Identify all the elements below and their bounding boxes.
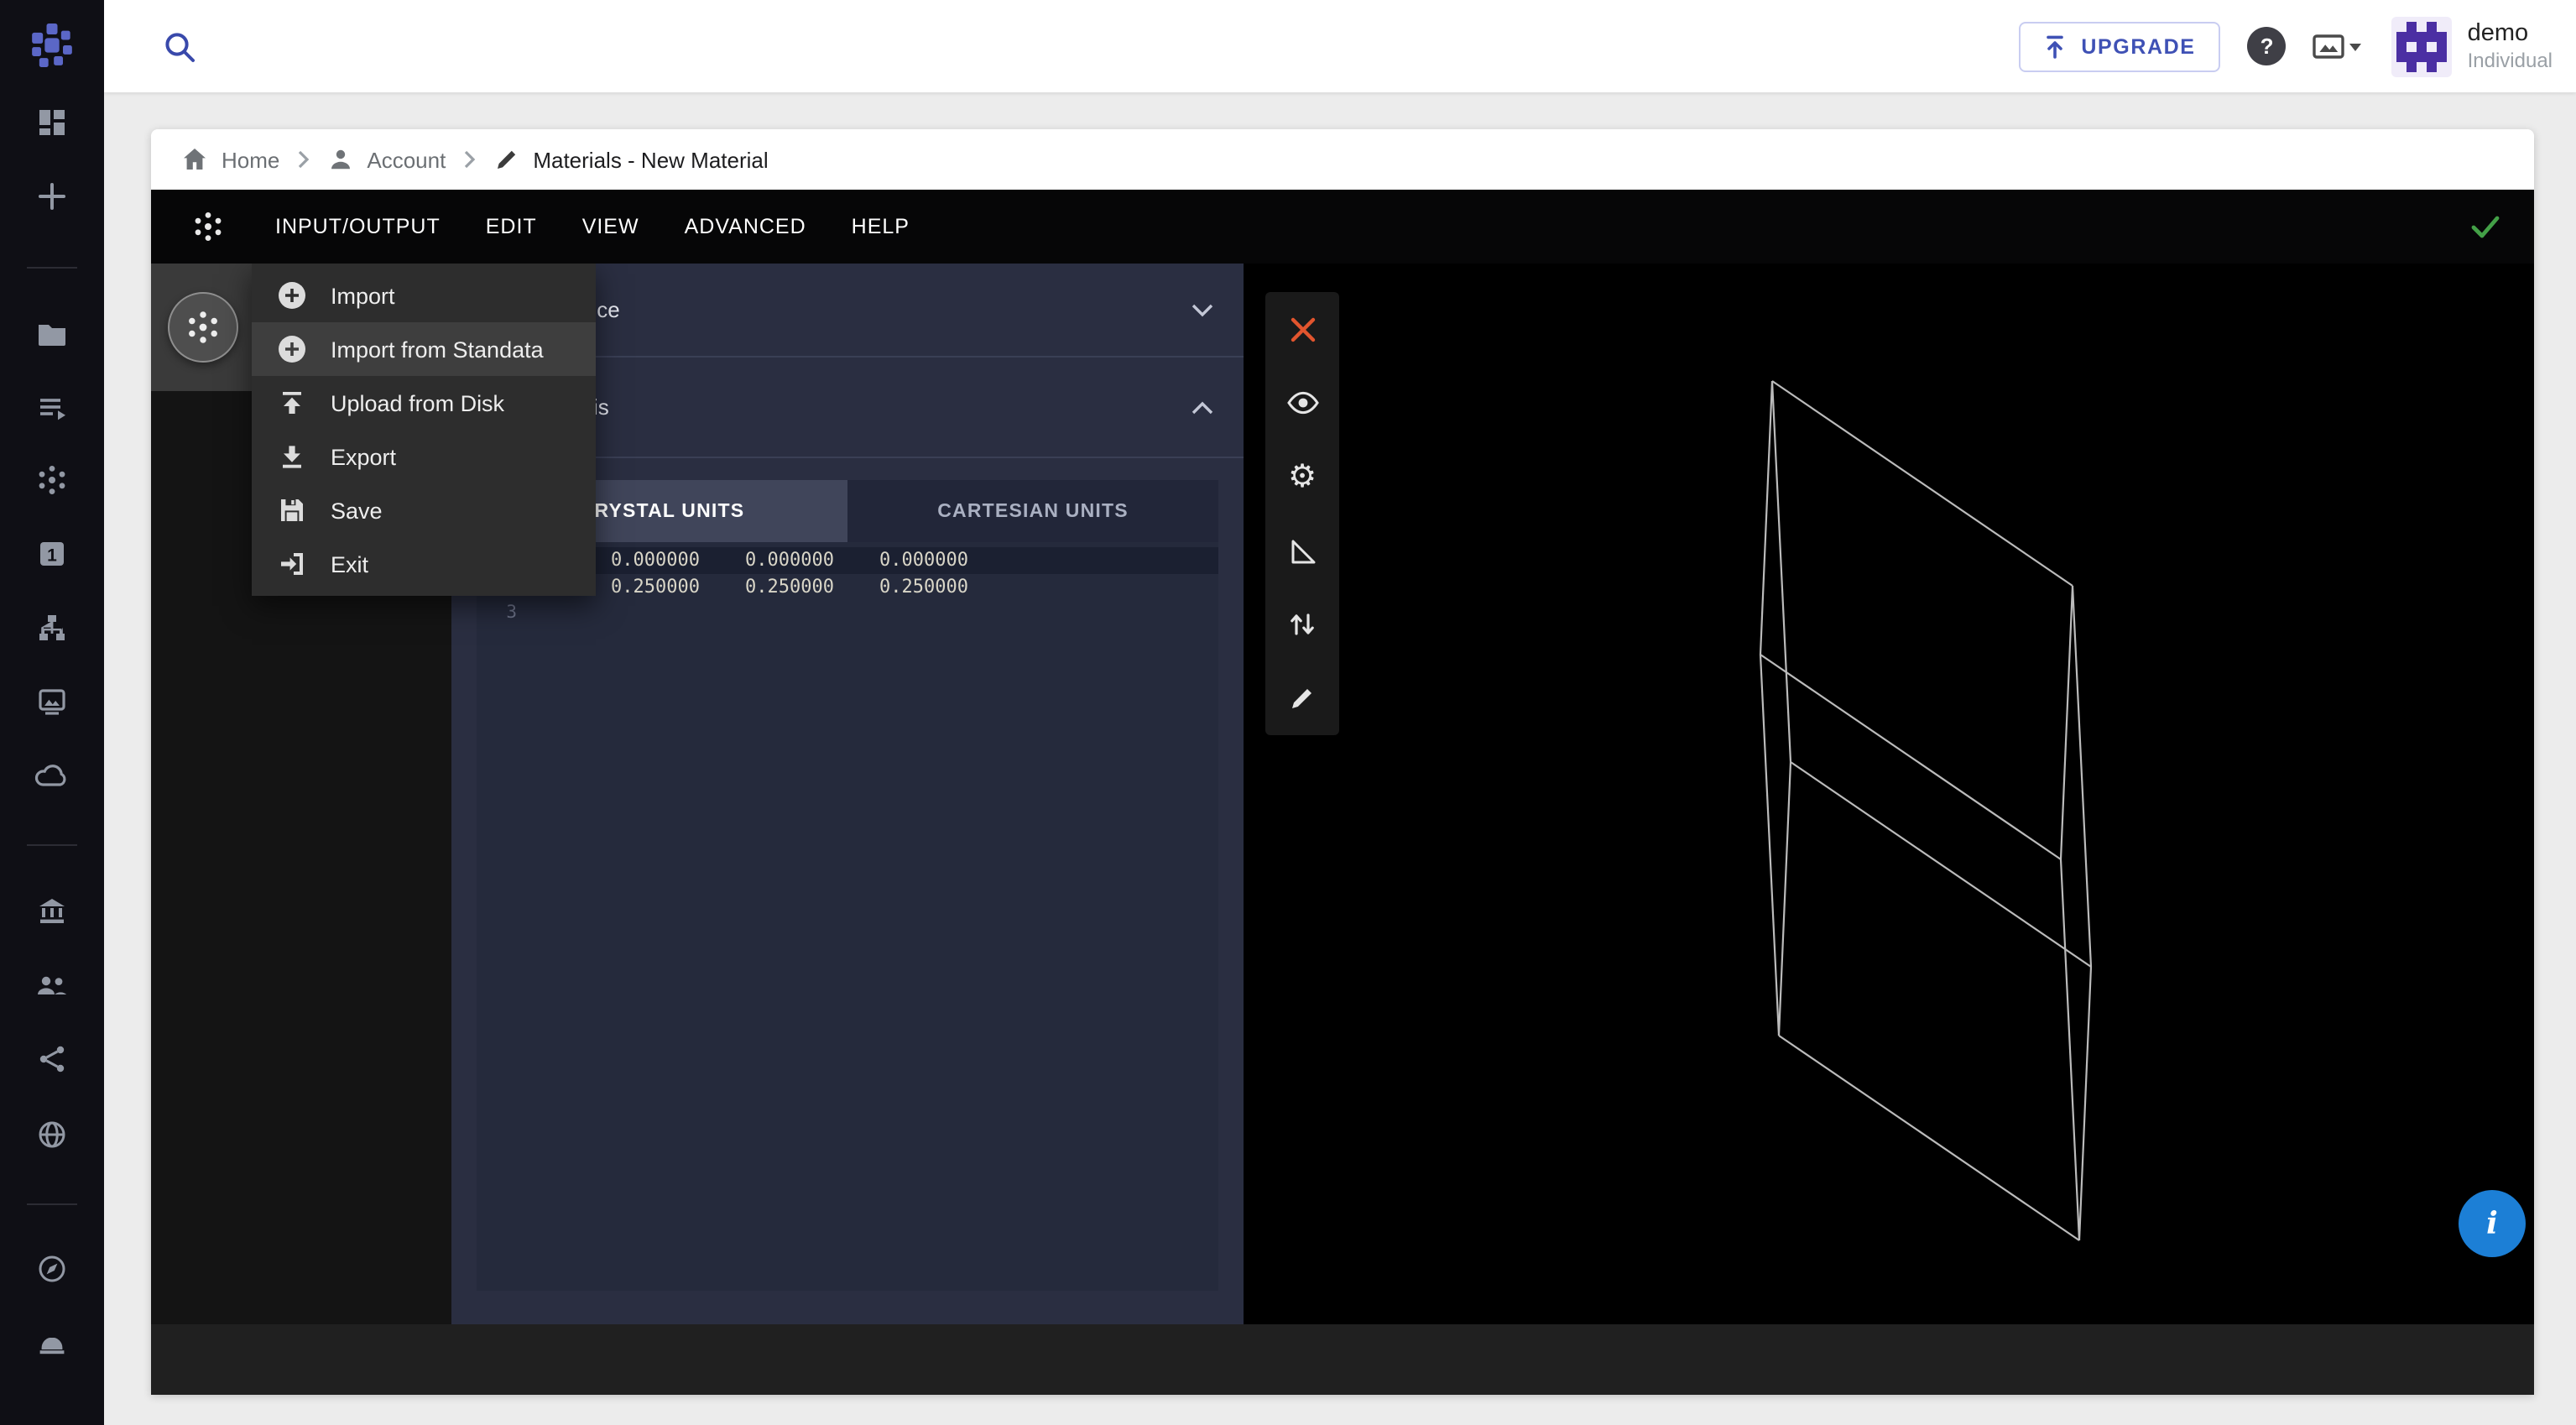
explore-icon[interactable]: [0, 1252, 104, 1286]
search-icon[interactable]: [161, 28, 198, 65]
home-icon: [181, 146, 208, 173]
menu-help[interactable]: HELP: [852, 215, 910, 238]
svg-text:1: 1: [47, 546, 57, 566]
help-icon[interactable]: ?: [2248, 27, 2287, 65]
divider: [27, 1203, 77, 1205]
settings-icon[interactable]: ⚙: [1265, 440, 1339, 514]
molecule-icon: [191, 210, 225, 243]
exit-icon: [275, 547, 309, 581]
chevron-up-icon: [1192, 400, 1213, 414]
breadcrumb-home[interactable]: Home: [181, 146, 279, 173]
breadcrumb-current: Materials - New Material: [493, 146, 768, 173]
menu-item-import[interactable]: Import: [252, 269, 596, 322]
playlist-icon[interactable]: [0, 391, 104, 425]
upgrade-button[interactable]: UPGRADE: [2019, 21, 2220, 71]
designer-card: Home Account Mat: [151, 129, 2534, 1395]
add-icon[interactable]: [0, 180, 104, 213]
chevron-right-icon: [462, 149, 476, 170]
helmet-icon[interactable]: [0, 1326, 104, 1360]
add-circle-icon: [275, 332, 309, 366]
app-root: 1: [0, 0, 2576, 1425]
chevron-down-icon: [1192, 303, 1213, 316]
upload-icon: [275, 386, 309, 420]
menu-item-exit[interactable]: Exit: [252, 537, 596, 591]
close-icon[interactable]: [1265, 292, 1339, 366]
menu-item-export[interactable]: Export: [252, 430, 596, 483]
app-sidebar: 1: [0, 0, 104, 1425]
menu-item-upload-from-disk[interactable]: Upload from Disk: [252, 376, 596, 430]
menu-input-output[interactable]: INPUT/OUTPUT: [275, 215, 441, 238]
edit-icon: [493, 146, 519, 173]
atom-sphere: [1972, 990, 2026, 1044]
download-icon: [275, 440, 309, 473]
save-icon: [275, 493, 309, 527]
divider: [27, 844, 77, 846]
add-circle-icon: [275, 279, 309, 312]
chevron-right-icon: [296, 149, 310, 170]
visibility-icon[interactable]: [1265, 366, 1339, 440]
input-output-menu: Import Import from Standata Upload from …: [252, 264, 596, 596]
user-menu[interactable]: demo Individual: [2392, 16, 2553, 76]
menu-edit[interactable]: EDIT: [486, 215, 537, 238]
user-name: demo: [2468, 20, 2553, 50]
designer-menubar: INPUT/OUTPUT EDIT VIEW ADVANCED HELP: [151, 190, 2534, 264]
unit-cell-wireframe: [1244, 264, 2534, 1324]
breadcrumb: Home Account Mat: [151, 129, 2534, 190]
workflow-tree-icon[interactable]: [0, 611, 104, 645]
divider: [27, 267, 77, 269]
materials-icon[interactable]: [0, 463, 104, 497]
content-gutter: Home Account Mat: [104, 92, 2576, 1425]
mat3ra-logo[interactable]: [0, 23, 104, 67]
bank-one-icon[interactable]: 1: [0, 537, 104, 571]
code-line: 3: [477, 599, 1218, 625]
people-icon[interactable]: [0, 968, 104, 1002]
institution-icon[interactable]: [0, 895, 104, 928]
menu-view[interactable]: VIEW: [582, 215, 639, 238]
menu-advanced[interactable]: ADVANCED: [685, 215, 806, 238]
info-button[interactable]: i: [2459, 1190, 2526, 1257]
molecule-icon: [185, 309, 222, 346]
globe-icon[interactable]: [0, 1118, 104, 1151]
folder-icon[interactable]: [0, 317, 104, 351]
tab-cartesian-units[interactable]: CARTESIAN UNITS: [847, 480, 1218, 542]
swap-axes-icon[interactable]: [1265, 587, 1339, 661]
viewer-toolbar: ⚙: [1265, 292, 1339, 735]
avatar: [2392, 16, 2453, 76]
user-plan: Individual: [2468, 49, 2553, 72]
topbar: UPGRADE ?: [104, 0, 2576, 92]
upgrade-label: UPGRADE: [2081, 34, 2195, 58]
bottom-strip: [151, 1324, 2534, 1395]
upload-arrow-icon: [2044, 34, 2066, 58]
menu-item-import-from-standata[interactable]: Import from Standata: [252, 322, 596, 376]
structure-viewer-3d[interactable]: ⚙: [1244, 264, 2534, 1324]
cloud-icon[interactable]: [0, 759, 104, 792]
basis-code-editor[interactable]: 1 Si 0.000000 0.000000 0.000000 2 Si 0.2…: [477, 542, 1218, 1291]
material-fab-button[interactable]: [168, 292, 238, 363]
edit-icon[interactable]: [1265, 661, 1339, 735]
menu-item-save[interactable]: Save: [252, 483, 596, 537]
breadcrumb-account[interactable]: Account: [326, 146, 446, 173]
share-icon[interactable]: [0, 1042, 104, 1076]
person-icon: [326, 146, 353, 173]
check-icon[interactable]: [2470, 213, 2500, 240]
media-icon[interactable]: [0, 685, 104, 718]
measure-icon[interactable]: [1265, 514, 1339, 587]
workspace-switcher-icon[interactable]: [2313, 29, 2365, 63]
workspace: Crystal Lattice Crystal Basis CRYSTAL UN…: [151, 264, 2534, 1324]
dashboard-icon[interactable]: [0, 106, 104, 139]
